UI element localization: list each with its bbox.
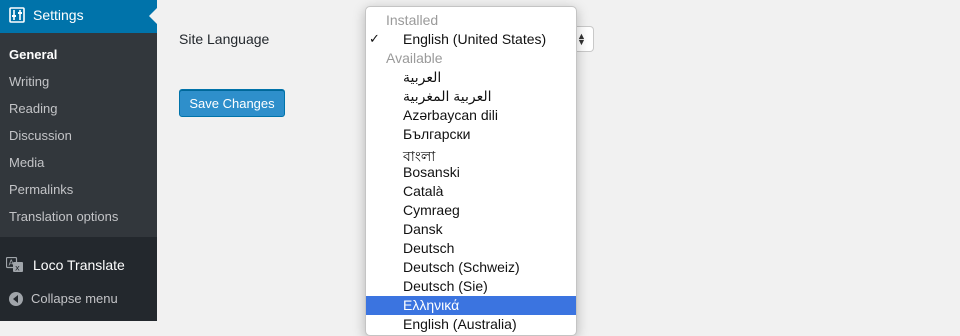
select-stepper-icon: ▲ ▼ <box>577 31 586 47</box>
language-option-label: Deutsch (Sie) <box>403 278 488 294</box>
language-option-label: Български <box>403 126 471 142</box>
language-option[interactable]: Български <box>366 125 576 144</box>
language-option-label: English (United States) <box>403 31 547 47</box>
language-option-label: العربية <box>403 69 442 85</box>
language-dropdown-list[interactable]: Installed ✓ English (United States) Avai… <box>365 6 577 336</box>
menu-loco-translate[interactable]: A x Loco Translate <box>0 250 157 280</box>
collapse-arrow-icon <box>8 291 24 307</box>
submenu-item-writing[interactable]: Writing <box>9 74 49 89</box>
language-option-label: Deutsch <box>403 240 455 256</box>
translate-icon: A x <box>5 256 24 273</box>
language-option[interactable]: Deutsch (Sie) <box>366 277 576 296</box>
language-option-label: Ελληνικά <box>403 297 460 313</box>
language-option-label: Deutsch (Schweiz) <box>403 259 520 275</box>
language-option[interactable]: Dansk <box>366 220 576 239</box>
language-option-label: Cymraeg <box>403 202 460 218</box>
svg-text:x: x <box>15 264 20 273</box>
language-option[interactable]: Azərbaycan dili <box>366 106 576 125</box>
language-option[interactable]: Català <box>366 182 576 201</box>
language-option[interactable]: Bosanski <box>366 163 576 182</box>
language-option-label: Azərbaycan dili <box>403 107 498 123</box>
optgroup-installed: Installed <box>386 12 439 28</box>
menu-loco-translate-label: Loco Translate <box>33 257 125 273</box>
optgroup-available: Available <box>386 50 443 66</box>
language-option-highlighted[interactable]: Ελληνικά <box>366 296 576 315</box>
language-option[interactable]: العربية المغربية <box>366 87 576 106</box>
submenu-item-general[interactable]: General <box>9 47 57 62</box>
menu-settings-label: Settings <box>33 7 84 23</box>
language-option-label: Bosanski <box>403 164 460 180</box>
language-option-label: English (Australia) <box>403 316 517 332</box>
submenu-item-discussion[interactable]: Discussion <box>9 128 72 143</box>
collapse-menu-button[interactable]: Collapse menu <box>0 288 157 312</box>
language-option[interactable]: Deutsch (Schweiz) <box>366 258 576 277</box>
language-option[interactable]: বাংলা <box>366 144 576 164</box>
language-option[interactable]: Cymraeg <box>366 201 576 220</box>
collapse-menu-label: Collapse menu <box>31 291 118 306</box>
settings-sliders-icon <box>9 7 25 23</box>
checkmark-icon: ✓ <box>369 31 380 46</box>
menu-settings[interactable]: Settings <box>0 0 157 33</box>
language-option-label: Dansk <box>403 221 443 237</box>
language-option-label: Català <box>403 183 444 199</box>
language-option[interactable]: English (Australia) <box>366 315 576 334</box>
save-changes-button[interactable]: Save Changes <box>179 89 285 117</box>
site-language-label: Site Language <box>179 31 270 47</box>
language-option-label: العربية المغربية <box>403 88 492 104</box>
current-menu-pointer <box>149 8 157 24</box>
language-option[interactable]: ✓ English (United States) <box>366 30 576 49</box>
admin-sidebar: Settings General Writing Reading Discuss… <box>0 0 157 321</box>
settings-submenu: General Writing Reading Discussion Media… <box>0 33 157 237</box>
submenu-item-permalinks[interactable]: Permalinks <box>9 182 73 197</box>
language-option[interactable]: العربية <box>366 68 576 87</box>
submenu-item-reading[interactable]: Reading <box>9 101 57 116</box>
submenu-item-media[interactable]: Media <box>9 155 44 170</box>
language-option[interactable]: Deutsch <box>366 239 576 258</box>
submenu-item-translation-options[interactable]: Translation options <box>9 209 118 224</box>
